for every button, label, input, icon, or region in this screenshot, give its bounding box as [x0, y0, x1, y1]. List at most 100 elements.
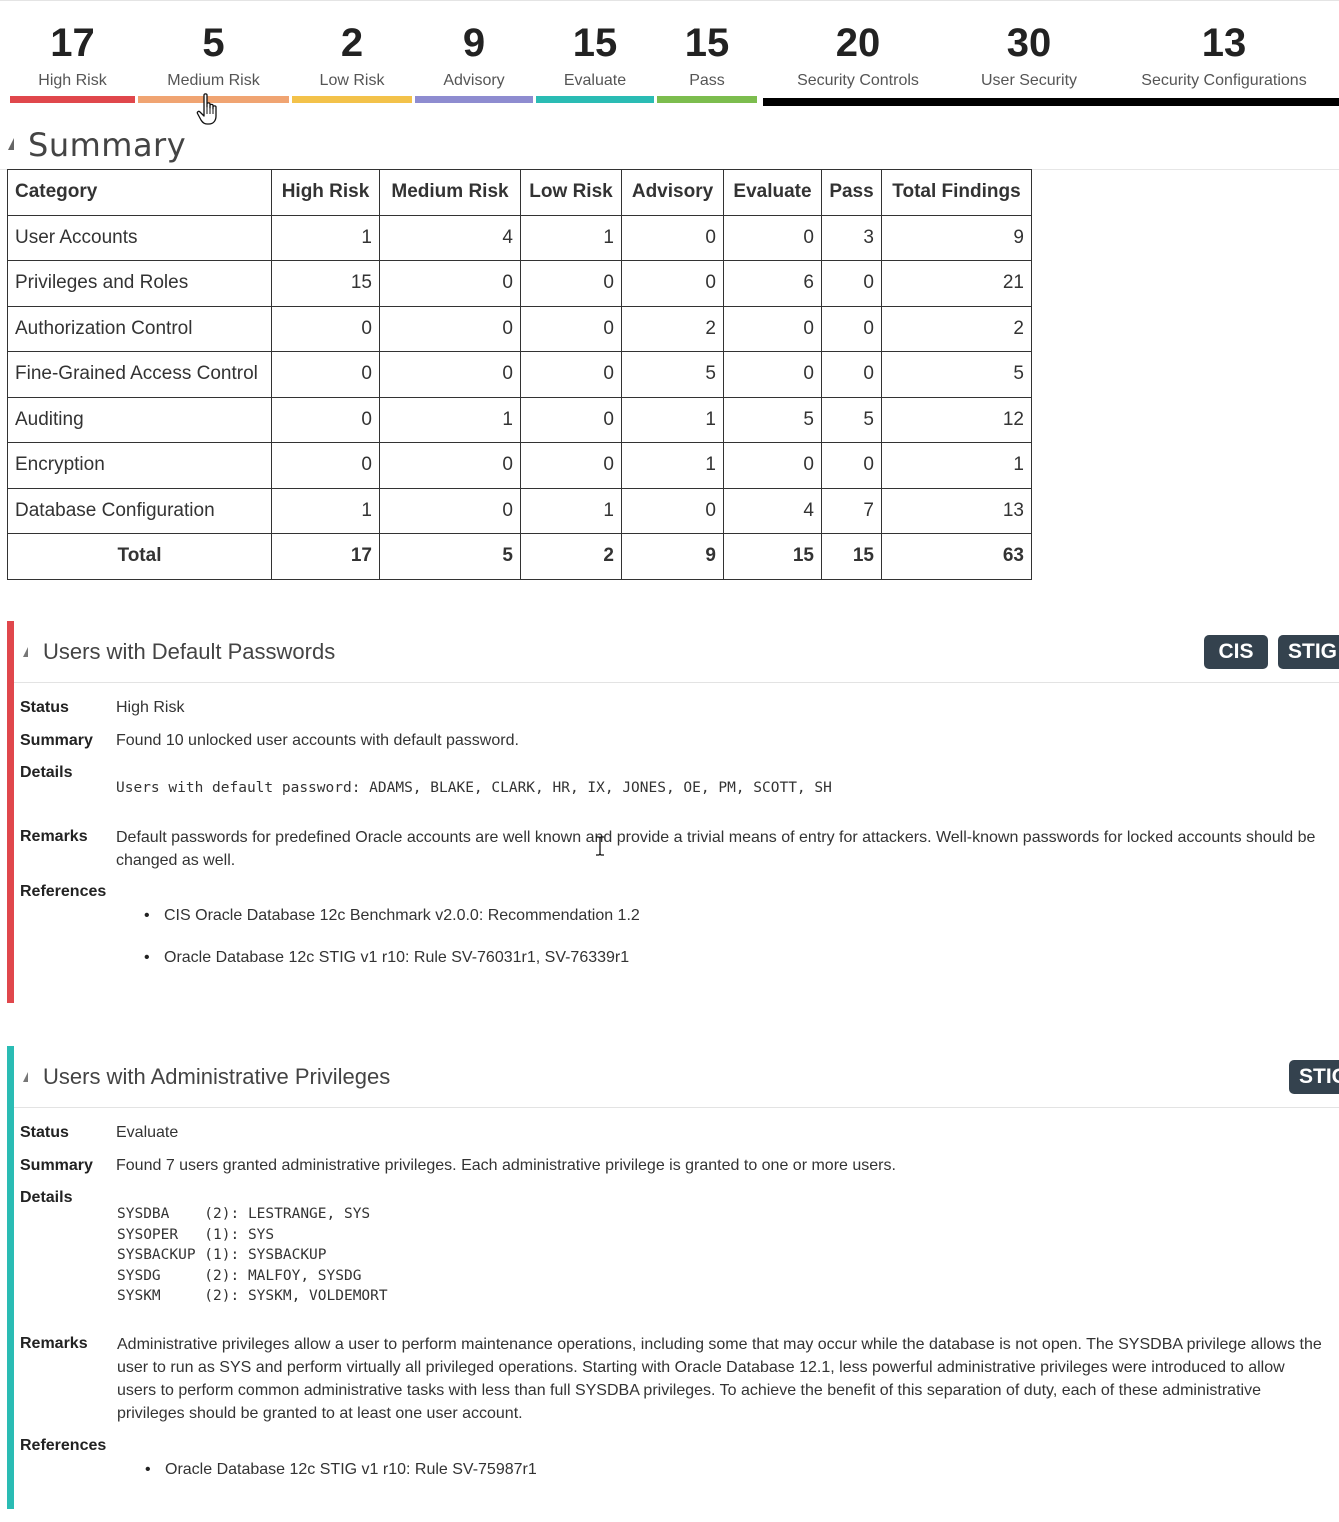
reference-item: Oracle Database 12c STIG v1 r10: Rule SV…	[144, 949, 629, 967]
remarks-value: Administrative privileges allow a user t…	[117, 1336, 1322, 1422]
stat-label: Advisory	[443, 72, 505, 89]
advisory-cell: 0	[621, 487, 724, 534]
total-label-cell: Total	[7, 533, 272, 580]
low-risk-cell: 0	[520, 351, 622, 398]
pass-cell: 0	[821, 442, 882, 489]
medium-risk-cell: 0	[379, 305, 521, 352]
total-findings-cell: 13	[881, 487, 1032, 534]
collapse-triangle-icon[interactable]	[23, 1072, 28, 1082]
stat-color-bar	[953, 98, 1105, 106]
high-risk-total-cell: 17	[271, 533, 380, 580]
collapse-triangle-icon[interactable]	[8, 138, 14, 150]
finding-title: Users with Administrative Privileges	[43, 1064, 391, 1089]
remarks-label: Remarks	[20, 1335, 88, 1352]
stat-user-security[interactable]: 30 User Security	[953, 1, 1105, 107]
stat-label: Pass	[689, 72, 725, 89]
status-value: High Risk	[116, 699, 185, 716]
total-findings-cell: 9	[881, 214, 1032, 261]
evaluate-cell: 0	[723, 305, 822, 352]
stat-label: Security Configurations	[1141, 72, 1307, 89]
stat-advisory[interactable]: 9 Advisory	[415, 1, 533, 107]
low-risk-cell: 0	[520, 396, 622, 443]
cis-tag-button[interactable]: CIS	[1204, 635, 1268, 669]
column-header: Pass	[821, 169, 882, 216]
medium-risk-cell: 0	[379, 487, 521, 534]
details-value: SYSDBA (2): LESTRANGE, SYS SYSOPER (1): …	[117, 1206, 388, 1304]
pass-cell: 3	[821, 214, 882, 261]
column-header: Advisory	[621, 169, 724, 216]
stat-color-bar	[1105, 98, 1339, 106]
stat-color-bar	[10, 96, 135, 103]
finding-header[interactable]: Users with Administrative Privileges STI…	[14, 1046, 1339, 1108]
pass-cell: 5	[821, 396, 882, 443]
stat-count: 9	[462, 21, 486, 65]
status-label: Status	[20, 699, 69, 716]
category-cell: Authorization Control	[7, 305, 272, 352]
stat-low-risk[interactable]: 2 Low Risk	[292, 1, 412, 107]
stat-count: 5	[202, 21, 225, 65]
status-label: Status	[20, 1124, 69, 1141]
stat-pass[interactable]: 15 Pass	[657, 1, 757, 107]
category-cell: Database Configuration	[7, 487, 272, 534]
stat-label: Medium Risk	[167, 72, 260, 89]
total-findings-total-cell: 63	[881, 533, 1032, 580]
stat-label: User Security	[980, 72, 1078, 89]
table-row: Auditing 0 1 0 1 5 5 12	[7, 396, 1032, 443]
stig-tag-button[interactable]: STIG	[1278, 635, 1339, 669]
medium-risk-cell: 0	[379, 260, 521, 307]
category-cell: Encryption	[7, 442, 272, 489]
stat-count: 30	[1006, 21, 1052, 65]
advisory-cell: 0	[621, 214, 724, 261]
references-label: References	[20, 883, 107, 900]
low-risk-cell: 0	[520, 442, 622, 489]
stat-security-configurations[interactable]: 13 Security Configurations	[1105, 1, 1339, 107]
remarks-value: Default passwords for predefined Oracle …	[116, 829, 1316, 869]
total-findings-cell: 12	[881, 396, 1032, 443]
status-value: Evaluate	[116, 1124, 179, 1141]
table-row: Fine-Grained Access Control 0 0 0 5 0 0 …	[7, 351, 1032, 398]
medium-risk-cell: 0	[379, 351, 521, 398]
summary-table: Category High Risk Medium Risk Low Risk …	[7, 169, 1032, 580]
stat-color-bar	[415, 96, 533, 103]
low-risk-cell: 1	[520, 487, 622, 534]
summary-value: Found 7 users granted administrative pri…	[116, 1157, 896, 1174]
stat-count: 13	[1201, 21, 1247, 65]
advisory-cell: 1	[621, 396, 724, 443]
stat-label: Security Controls	[797, 72, 919, 89]
pass-cell: 7	[821, 487, 882, 534]
total-findings-cell: 5	[881, 351, 1032, 398]
evaluate-cell: 5	[723, 396, 822, 443]
table-row: Encryption 0 0 0 1 0 0 1	[7, 442, 1032, 489]
finding-header[interactable]: Users with Default Passwords CIS STIG	[14, 621, 1339, 683]
medium-risk-cell: 0	[379, 442, 521, 489]
medium-risk-total-cell: 5	[379, 533, 521, 580]
summary-label: Summary	[20, 1157, 93, 1174]
stat-color-bar	[763, 98, 953, 106]
collapse-triangle-icon[interactable]	[23, 647, 28, 657]
stat-evaluate[interactable]: 15 Evaluate	[536, 1, 654, 107]
details-label: Details	[20, 764, 73, 781]
evaluate-cell: 0	[723, 442, 822, 489]
category-cell: User Accounts	[7, 214, 272, 261]
advisory-cell: 1	[621, 442, 724, 489]
table-row: Authorization Control 0 0 0 2 0 0 2	[7, 305, 1032, 352]
text-cursor-icon	[596, 836, 604, 856]
medium-risk-cell: 4	[379, 214, 521, 261]
stat-medium-risk[interactable]: 5 Medium Risk	[138, 1, 289, 107]
column-header: High Risk	[271, 169, 380, 216]
evaluate-total-cell: 15	[723, 533, 822, 580]
stat-label: Low Risk	[319, 72, 385, 89]
summary-label: Summary	[20, 732, 93, 749]
references-label: References	[20, 1437, 107, 1454]
total-findings-cell: 2	[881, 305, 1032, 352]
details-value: Users with default password: ADAMS, BLAK…	[116, 780, 832, 796]
stat-high-risk[interactable]: 17 High Risk	[10, 1, 135, 107]
summary-header[interactable]: Summary	[0, 120, 1339, 170]
stat-security-controls[interactable]: 20 Security Controls	[763, 1, 953, 107]
stig-tag-button[interactable]: STIG	[1289, 1060, 1339, 1094]
evaluate-cell: 6	[723, 260, 822, 307]
total-row: Total 17 5 2 9 15 15 63	[7, 533, 1032, 580]
finding-admin-privileges: Users with Administrative Privileges STI…	[7, 1046, 1339, 1509]
advisory-cell: 5	[621, 351, 724, 398]
stat-count: 15	[572, 21, 618, 65]
